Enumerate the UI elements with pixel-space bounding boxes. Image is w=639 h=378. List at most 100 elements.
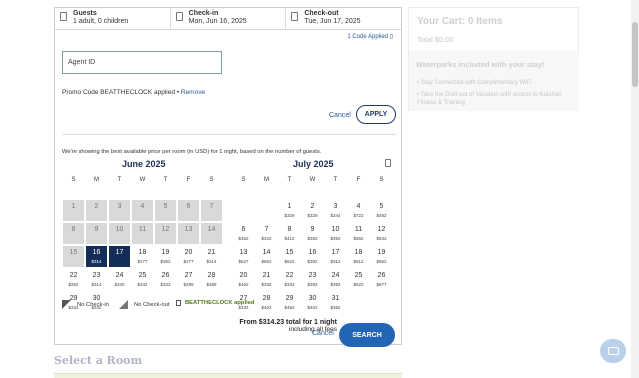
divider [62, 134, 396, 135]
day-number: 26 [377, 272, 386, 279]
guests-selector[interactable]: Guests 1 adult, 0 children [55, 8, 171, 29]
calendar-day[interactable]: 9 $382 [301, 222, 324, 245]
calendar-day[interactable]: 7 $422 [255, 222, 278, 245]
day-price: $422 [261, 236, 272, 241]
calendar-day[interactable]: 13 $527 [232, 245, 255, 268]
weekday-label: T [287, 177, 292, 183]
calendar-day[interactable]: 20 $277 [177, 245, 200, 268]
code-applied-link[interactable]: 1 Code Applied ▯ [347, 33, 393, 40]
calendar-day[interactable]: 6 $452 [232, 222, 255, 245]
calendar-day[interactable]: 26 $677 [370, 268, 393, 291]
calendar-day[interactable]: 16 $314 [85, 245, 108, 268]
guests-value: 1 adult, 0 children [73, 18, 129, 25]
day-price: $562 [261, 259, 272, 264]
day-number: 14 [262, 249, 271, 256]
day-number: 30 [308, 295, 317, 302]
calendar-day[interactable]: 18 $277 [131, 245, 154, 268]
day-number: 28 [262, 295, 271, 302]
day-price: $452 [238, 236, 249, 241]
calendar-day[interactable]: 25 $622 [347, 268, 370, 291]
calendar-day[interactable]: 27 $299 [177, 268, 200, 291]
checkin-selector[interactable]: Check-in Mon, Jun 16, 2025 [171, 8, 287, 29]
day-number: 20 [184, 249, 193, 256]
checkout-selector[interactable]: Check-out Tue, Jun 17, 2025 [286, 8, 401, 29]
calendar-day[interactable]: 29 $482 [278, 291, 301, 314]
calendar-day[interactable]: 21 $314 [200, 245, 223, 268]
calendar-day[interactable]: 19 $652 [370, 245, 393, 268]
calendar-day[interactable]: 5 $482 [370, 199, 393, 222]
day-number: 8 [287, 226, 292, 233]
day-number: 29 [285, 295, 294, 302]
calendar-day[interactable]: 2 $329 [301, 199, 324, 222]
legend-no-checkin-text: No Check-in [77, 301, 109, 308]
cancel-button[interactable]: Cancel [312, 330, 334, 337]
day-price: $482 [284, 305, 295, 310]
scrollbar[interactable] [631, 0, 639, 378]
calendar-day[interactable]: 14 $562 [255, 245, 278, 268]
calendar-blank [255, 199, 278, 222]
checkin-value: Mon, Jun 16, 2025 [188, 18, 247, 25]
day-price: $332 [137, 282, 148, 287]
calendar-day[interactable]: 24 $392 [324, 268, 347, 291]
day-number: 13 [239, 249, 248, 256]
calendar-toggle-icon[interactable] [385, 159, 391, 167]
calendar-july: S M T W T F S 1 $329 2 $329 3 $344 4 $722 5 $482 6 $452 7 $4… [232, 176, 393, 314]
calendar-day[interactable]: 23 $314 [85, 268, 108, 291]
month-title-june: June 2025 [122, 159, 166, 169]
calendar-day[interactable]: 21 $332 [255, 268, 278, 291]
calendar-day[interactable]: 19 $352 [154, 245, 177, 268]
calendar-day[interactable]: 1 $329 [278, 199, 301, 222]
calendar-day[interactable]: 20 $452 [232, 268, 255, 291]
day-price: $402 [261, 305, 272, 310]
guests-label: Guests [73, 10, 97, 17]
scrollbar-thumb[interactable] [632, 22, 638, 87]
calendar-day[interactable]: 28 $402 [255, 291, 278, 314]
perk-item: • Take the Guilt out of Vacation with ac… [417, 92, 562, 106]
promo-text: Promo Code BEATTHECLOCK applied [62, 89, 175, 96]
calendar-day: 10 [108, 222, 131, 245]
no-checkin-icon [62, 300, 71, 309]
calendar-day[interactable]: 16 $392 [301, 245, 324, 268]
calendar-day[interactable]: 28 $389 [200, 268, 223, 291]
apply-button[interactable]: APPLY [356, 105, 396, 124]
calendar-day[interactable]: 22 $262 [62, 268, 85, 291]
calendar-day[interactable]: 4 $722 [347, 199, 370, 222]
calendar-day[interactable]: 24 $340 [108, 268, 131, 291]
perk-text: Take the Guilt out of Vacation with acce… [417, 92, 562, 106]
calendar-day[interactable]: 11 $562 [347, 222, 370, 245]
legend-promo: BEATTHECLOCK applied [176, 300, 254, 306]
calendar-day[interactable]: 18 $612 [347, 245, 370, 268]
waterparks-section: Waterparks included with your stay! • St… [409, 51, 579, 111]
search-button[interactable]: SEARCH [339, 323, 395, 347]
day-price: $340 [114, 282, 125, 287]
calendar-day[interactable]: 3 $344 [324, 199, 347, 222]
month-title-july: July 2025 [293, 159, 334, 169]
chat-button[interactable] [600, 339, 626, 363]
calendar-day[interactable]: 23 $392 [301, 268, 324, 291]
day-number: 19 [377, 249, 386, 256]
agent-id-input[interactable]: Agent ID [62, 51, 222, 74]
calendar-day[interactable]: 22 $332 [278, 268, 301, 291]
calendar-day: 5 [154, 199, 177, 222]
day-number: 1 [71, 203, 76, 210]
remove-promo-link[interactable]: Remove [181, 89, 205, 96]
calendar-day[interactable]: 17 $312 [324, 245, 347, 268]
total-line: From $314.23 total for 1 night [239, 319, 337, 326]
cancel-promo-button[interactable]: Cancel [329, 112, 351, 119]
select-room-heading: Select a Room [54, 354, 143, 367]
calendar-day[interactable]: 8 $412 [278, 222, 301, 245]
calendar-day[interactable]: 25 $332 [131, 268, 154, 291]
search-topbar: Guests 1 adult, 0 children Check-in Mon,… [55, 8, 401, 30]
calendar-day[interactable]: 15 $622 [278, 245, 301, 268]
calendar-day[interactable]: 30 $402 [301, 291, 324, 314]
day-price: $332 [284, 282, 295, 287]
calendar-day[interactable]: 31 $392 [324, 291, 347, 314]
calendar-day[interactable]: 12 $532 [370, 222, 393, 245]
calendar-day[interactable]: 26 $332 [154, 268, 177, 291]
checkin-label: Check-in [188, 10, 219, 17]
calendar-day: 1 [62, 199, 85, 222]
calendar-day[interactable]: 10 $392 [324, 222, 347, 245]
chat-icon [607, 347, 619, 355]
calendar-blank [232, 199, 255, 222]
calendar-day[interactable]: 17 [108, 245, 131, 268]
